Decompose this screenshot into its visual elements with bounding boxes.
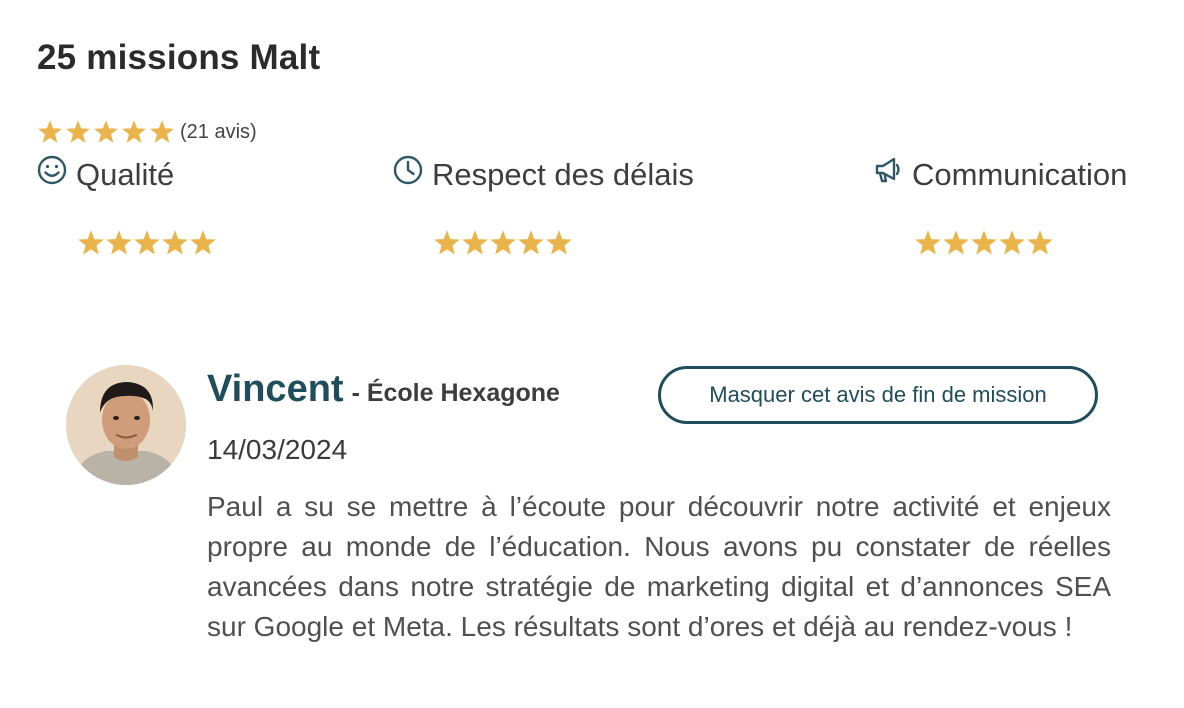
reviewer-company: - École Hexagone: [351, 379, 560, 407]
category-stars: [77, 229, 217, 257]
review-text: Paul a su se mettre à l’écoute pour déco…: [207, 491, 1111, 642]
overall-rating: (21 avis): [37, 117, 257, 147]
review-count: (21 avis): [180, 120, 257, 143]
star-icon: [162, 230, 188, 255]
category-label: Respect des délais: [432, 157, 694, 192]
review-date: 14/03/2024: [207, 434, 348, 465]
megaphone-icon: [875, 157, 900, 183]
star-icon: [94, 120, 118, 143]
overall-stars: [37, 119, 175, 145]
hide-review-button[interactable]: Masquer cet avis de fin de mission: [658, 366, 1098, 424]
star-icon: [518, 230, 544, 255]
category-stars: [433, 229, 573, 257]
avatar: [66, 365, 186, 485]
reviewer-info: Vincent - École Hexagone: [207, 368, 560, 411]
star-icon: [943, 230, 969, 255]
category-label: Communication: [912, 157, 1128, 192]
reviewer-name: Vincent: [207, 368, 344, 410]
star-icon: [78, 230, 104, 255]
star-icon: [106, 230, 132, 255]
star-icon: [915, 230, 941, 255]
star-icon: [546, 230, 572, 255]
star-icon: [462, 230, 488, 255]
category-quality: Qualité: [36, 152, 216, 255]
star-icon: [434, 230, 460, 255]
category-label: Qualité: [76, 157, 175, 192]
star-icon: [150, 120, 174, 143]
clock-icon: [393, 155, 423, 185]
star-icon: [190, 230, 216, 255]
star-icon: [38, 120, 62, 143]
star-icon: [66, 120, 90, 143]
star-icon: [490, 230, 516, 255]
category-communication: Communication: [872, 152, 1128, 255]
star-icon: [1027, 230, 1053, 255]
star-icon: [999, 230, 1025, 255]
star-icon: [122, 120, 146, 143]
avatar-portrait: [66, 365, 186, 485]
category-stars: [914, 229, 1054, 257]
page-title: 25 missions Malt: [37, 38, 321, 77]
star-icon: [971, 230, 997, 255]
star-icon: [134, 230, 160, 255]
category-deadlines: Respect des délais: [392, 152, 694, 255]
smiley-icon: [37, 155, 67, 185]
